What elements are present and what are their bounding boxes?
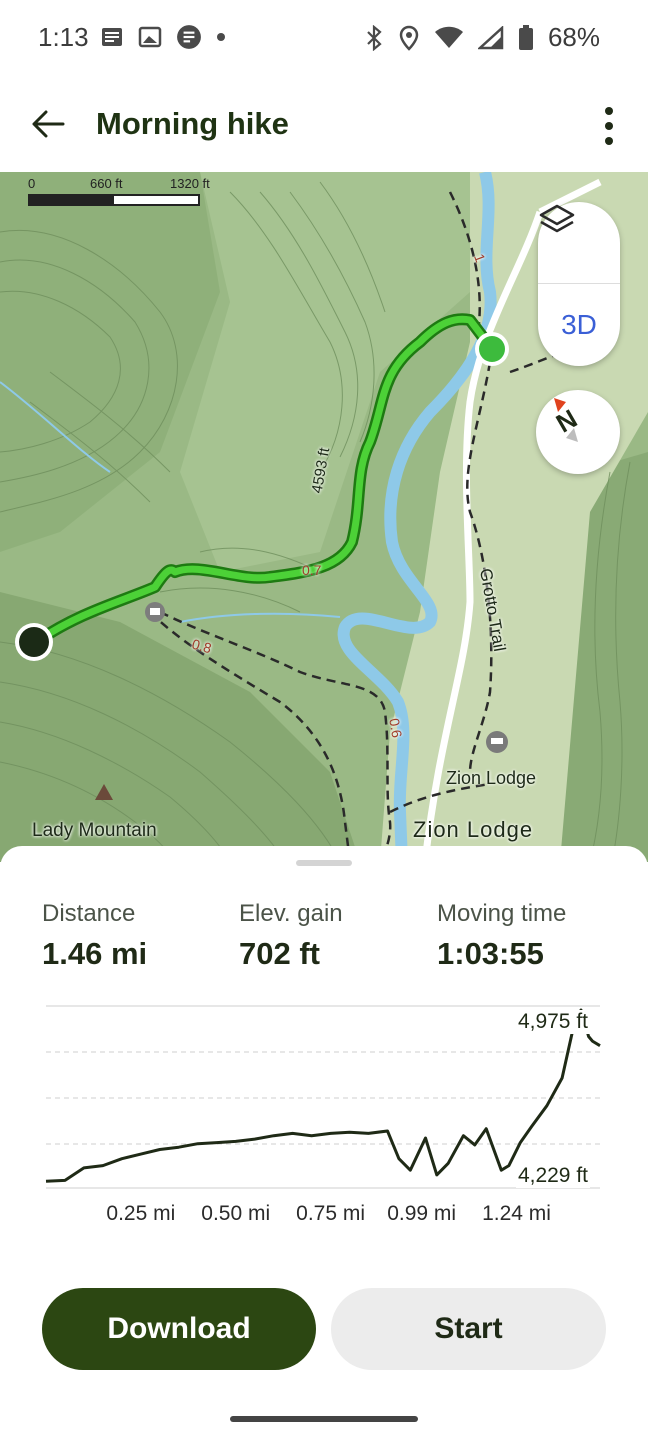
moving-time-label: Moving time	[437, 900, 567, 927]
location-icon	[399, 25, 419, 51]
bluetooth-icon	[367, 24, 382, 51]
mountain-label: Lady Mountain	[32, 820, 157, 841]
scale-zero: 0	[28, 176, 36, 191]
moving-time-value: 1:03:55	[437, 936, 544, 971]
battery-percent: 68%	[547, 22, 600, 52]
sheet-drag-handle[interactable]	[296, 860, 352, 866]
distance-stat: Distance 1.46 mi	[42, 900, 147, 972]
lodge-poi-label: Zion Lodge	[446, 768, 537, 788]
distance-tick-label: 0.99 mi	[387, 1202, 457, 1225]
notification-icons	[100, 24, 226, 50]
scale-mid: 660 ft	[90, 176, 123, 191]
mile-marker-06: 0.6	[386, 717, 406, 739]
system-icons: 68%	[364, 22, 600, 53]
compass-button[interactable]: N	[536, 390, 620, 474]
status-time: 1:13	[38, 22, 89, 52]
back-button[interactable]	[26, 102, 70, 146]
elevation-gain-stat: Elev. gain 702 ft	[239, 900, 343, 972]
distance-tick-label: 1.24 mi	[482, 1202, 551, 1225]
elevation-line	[45, 1008, 601, 1183]
elevation-chart[interactable]: 4,975 ft 4,229 ft 0.25 mi 0.50 mi 0.75 mi 0…	[40, 996, 610, 1236]
elevation-min-label: 4,229 ft	[515, 1164, 590, 1188]
compass-icon: N	[551, 398, 582, 442]
home-indicator[interactable]	[230, 1416, 418, 1422]
more-options-button[interactable]	[592, 102, 626, 150]
elevation-max-label: 4,975 ft	[515, 1010, 590, 1034]
app-icon	[177, 25, 201, 49]
distance-tick-label: 0.25 mi	[106, 1202, 176, 1225]
arrow-left-icon	[32, 110, 65, 138]
status-bar: 1:13 68%	[0, 0, 648, 80]
layers-icon	[539, 204, 575, 233]
start-button[interactable]: Start	[331, 1288, 606, 1370]
distance-tick-label: 0.75 mi	[296, 1202, 366, 1225]
wifi-icon	[434, 26, 463, 48]
elevation-gain-value: 702 ft	[239, 936, 320, 971]
download-button[interactable]: Download	[42, 1288, 316, 1370]
app-header: Morning hike	[0, 80, 648, 172]
map-controls: 3D	[538, 202, 620, 366]
distance-label: Distance	[42, 900, 136, 927]
signal-icon	[477, 25, 504, 49]
scale-max: 1320 ft	[170, 176, 210, 191]
bottom-sheet: Distance 1.46 mi Elev. gain 702 ft Movin…	[0, 846, 648, 1440]
more-vertical-icon	[605, 107, 613, 145]
distance-value: 1.46 mi	[42, 936, 148, 971]
scale-bar: 0 660 ft 1320 ft	[28, 176, 228, 206]
compass-letter: N	[551, 403, 582, 438]
lodge-area-label: Zion Lodge	[413, 817, 534, 842]
elevation-gain-label: Elev. gain	[239, 900, 343, 927]
page-title: Morning hike	[96, 106, 289, 141]
scale-track	[28, 194, 200, 206]
image-icon	[138, 26, 162, 48]
layers-button[interactable]	[538, 202, 620, 284]
map-view[interactable]: 0 660 ft 1320 ft 1 0.7 0.8 0.6 4593 ft G…	[0, 172, 648, 862]
toggle-3d-button[interactable]: 3D	[538, 284, 620, 366]
dot-icon	[217, 33, 225, 41]
news-icon	[102, 28, 122, 46]
moving-time-stat: Moving time 1:03:55	[437, 900, 566, 972]
mile-marker-07: 0.7	[302, 562, 322, 578]
battery-icon	[518, 24, 533, 50]
distance-tick-label: 0.50 mi	[201, 1202, 271, 1225]
